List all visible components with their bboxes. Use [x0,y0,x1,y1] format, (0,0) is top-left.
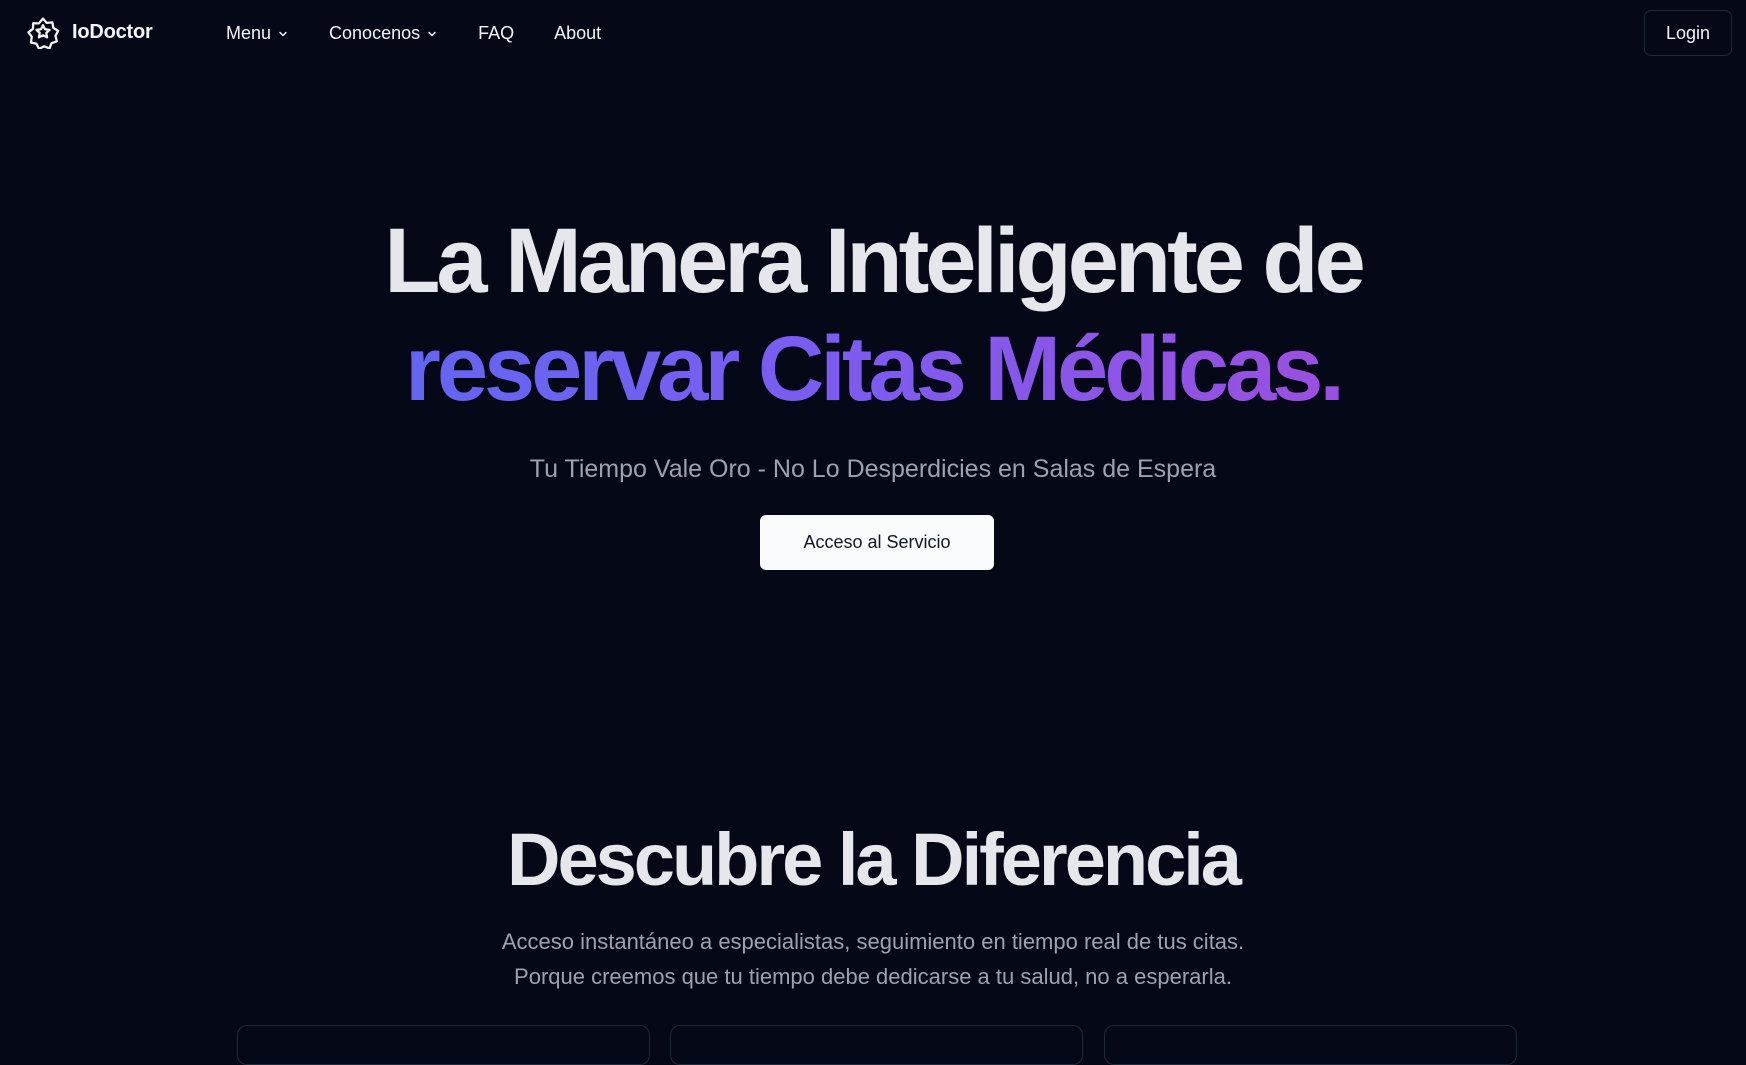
brand-logo-link[interactable]: IoDoctor [26,14,153,50]
hero-title-line1: La Manera Inteligente de [384,210,1366,312]
hero-title-line2: reservar Citas Médicas. [0,314,1746,424]
nav-about-label: About [554,22,602,43]
chevron-down-icon [428,31,436,37]
main-nav: Menu Conocenos FAQ About [226,18,641,48]
star-badge-icon [26,15,60,49]
features-title: Descubre la Diferencia [507,818,1242,901]
nav-about-link[interactable]: About [554,23,601,44]
nav-menu-label: Menu [226,22,272,43]
access-service-button[interactable]: Acceso al Servicio [760,515,994,570]
brand-name: IoDoctor [72,20,153,43]
top-navbar: IoDoctor Menu Conocenos FAQ About Login [0,0,1746,66]
nav-conocenos-label: Conocenos [329,22,421,43]
nav-menu-dropdown[interactable]: Menu [226,23,289,44]
feature-card [237,1025,650,1065]
chevron-down-icon [279,31,287,37]
nav-faq-label: FAQ [478,22,515,43]
features-description: Acceso instantáneo a especialistas, segu… [0,924,1746,994]
login-button[interactable]: Login [1644,10,1732,56]
nav-faq-link[interactable]: FAQ [478,23,514,44]
feature-card [1104,1025,1517,1065]
hero-subtitle: Tu Tiempo Vale Oro - No Lo Desperdicies … [529,455,1217,483]
feature-card [670,1025,1083,1065]
features-description-line2: Porque creemos que tu tiempo debe dedica… [514,964,1232,989]
hero-title-gradient-text: reservar Citas Médicas. [405,318,1345,420]
nav-conocenos-dropdown[interactable]: Conocenos [329,23,438,44]
features-description-line1: Acceso instantáneo a especialistas, segu… [501,929,1245,954]
